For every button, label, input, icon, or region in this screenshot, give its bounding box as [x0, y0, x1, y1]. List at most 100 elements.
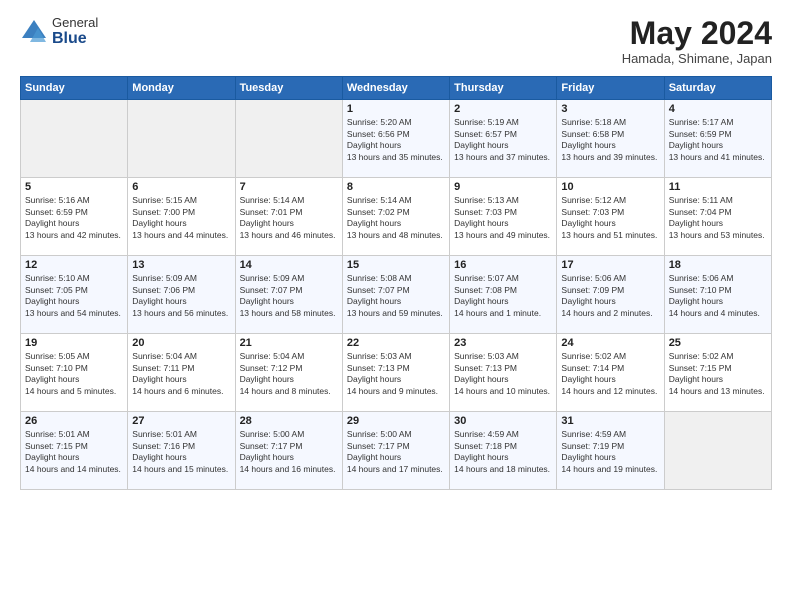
calendar-cell: 23 Sunrise: 5:03 AMSunset: 7:13 PMDayligh… — [450, 334, 557, 412]
calendar-cell: 10Sunrise: 5:12 AMSunset: 7:03 PMDayligh… — [557, 178, 664, 256]
day-number: 23 — [454, 337, 552, 349]
day-number: 20 — [132, 337, 230, 349]
cell-info: Sunrise: 5:13 AMSunset: 7:03 PMDaylight … — [454, 195, 552, 241]
calendar-cell — [128, 100, 235, 178]
calendar-cell: 12 Sunrise: 5:10 AMSunset: 7:05 PMDayligh… — [21, 256, 128, 334]
day-number: 12 — [25, 259, 123, 271]
calendar-week-row: 19 Sunrise: 5:05 AMSunset: 7:10 PMDayligh… — [21, 334, 772, 412]
cell-info: Sunrise: 5:08 AMSunset: 7:07 PMDaylight … — [347, 273, 445, 319]
cell-info: Sunrise: 5:00 AMSunset: 7:17 PMDaylight … — [240, 429, 338, 475]
cell-info: Sunrise: 5:01 AMSunset: 7:15 PMDaylight … — [25, 429, 123, 475]
title-block: May 2024 Hamada, Shimane, Japan — [622, 16, 772, 66]
calendar-cell: 29 Sunrise: 5:00 AMSunset: 7:17 PMDayligh… — [342, 412, 449, 490]
calendar-cell: 5 Sunrise: 5:16 AMSunset: 6:59 PMDaylight… — [21, 178, 128, 256]
day-number: 27 — [132, 415, 230, 427]
logo-blue-label: Blue — [52, 30, 98, 48]
calendar-cell: 8Sunrise: 5:14 AMSunset: 7:02 PMDaylight… — [342, 178, 449, 256]
calendar-cell: 1 Sunrise: 5:20 AMSunset: 6:56 PMDaylight… — [342, 100, 449, 178]
location: Hamada, Shimane, Japan — [622, 51, 772, 66]
calendar-cell: 7Sunrise: 5:14 AMSunset: 7:01 PMDaylight… — [235, 178, 342, 256]
calendar-week-row: 1 Sunrise: 5:20 AMSunset: 6:56 PMDaylight… — [21, 100, 772, 178]
calendar-cell: 13 Sunrise: 5:09 AMSunset: 7:06 PMDayligh… — [128, 256, 235, 334]
calendar-cell: 21Sunrise: 5:04 AMSunset: 7:12 PMDayligh… — [235, 334, 342, 412]
calendar-cell — [235, 100, 342, 178]
calendar-cell: 22Sunrise: 5:03 AMSunset: 7:13 PMDayligh… — [342, 334, 449, 412]
cell-info: Sunrise: 5:01 AMSunset: 7:16 PMDaylight … — [132, 429, 230, 475]
day-number: 3 — [561, 103, 659, 115]
cell-info: Sunrise: 5:11 AMSunset: 7:04 PMDaylight … — [669, 195, 767, 241]
logo: General Blue — [20, 16, 98, 48]
day-number: 16 — [454, 259, 552, 271]
cell-info: Sunrise: 4:59 AMSunset: 7:18 PMDaylight … — [454, 429, 552, 475]
weekday-header: Saturday — [664, 77, 771, 100]
calendar-cell: 28 Sunrise: 5:00 AMSunset: 7:17 PMDayligh… — [235, 412, 342, 490]
cell-info: Sunrise: 5:12 AMSunset: 7:03 PMDaylight … — [561, 195, 659, 241]
calendar-week-row: 26 Sunrise: 5:01 AMSunset: 7:15 PMDayligh… — [21, 412, 772, 490]
calendar-table: SundayMondayTuesdayWednesdayThursdayFrid… — [20, 76, 772, 490]
header: General Blue May 2024 Hamada, Shimane, J… — [20, 16, 772, 66]
cell-info: Sunrise: 5:03 AMSunset: 7:13 PMDaylight … — [454, 351, 552, 397]
day-number: 14 — [240, 259, 338, 271]
cell-info: Sunrise: 5:02 AMSunset: 7:15 PMDaylight … — [669, 351, 767, 397]
calendar-week-row: 5 Sunrise: 5:16 AMSunset: 6:59 PMDaylight… — [21, 178, 772, 256]
cell-info: Sunrise: 5:18 AMSunset: 6:58 PMDaylight … — [561, 117, 659, 163]
day-number: 6 — [132, 181, 230, 193]
month-title: May 2024 — [622, 16, 772, 51]
weekday-header: Tuesday — [235, 77, 342, 100]
cell-info: Sunrise: 5:14 AMSunset: 7:02 PMDaylight … — [347, 195, 445, 241]
calendar-cell: 31 Sunrise: 4:59 AMSunset: 7:19 PMDayligh… — [557, 412, 664, 490]
day-number: 13 — [132, 259, 230, 271]
weekday-header: Friday — [557, 77, 664, 100]
cell-info: Sunrise: 5:03 AMSunset: 7:13 PMDaylight … — [347, 351, 445, 397]
calendar-cell: 11 Sunrise: 5:11 AMSunset: 7:04 PMDayligh… — [664, 178, 771, 256]
calendar-cell: 18 Sunrise: 5:06 AMSunset: 7:10 PMDayligh… — [664, 256, 771, 334]
day-number: 5 — [25, 181, 123, 193]
cell-info: Sunrise: 5:16 AMSunset: 6:59 PMDaylight … — [25, 195, 123, 241]
day-number: 18 — [669, 259, 767, 271]
calendar-cell: 24 Sunrise: 5:02 AMSunset: 7:14 PMDayligh… — [557, 334, 664, 412]
calendar-cell: 9Sunrise: 5:13 AMSunset: 7:03 PMDaylight… — [450, 178, 557, 256]
cell-info: Sunrise: 5:09 AMSunset: 7:07 PMDaylight … — [240, 273, 338, 319]
logo-icon — [20, 18, 48, 46]
cell-info: Sunrise: 5:07 AMSunset: 7:08 PMDaylight … — [454, 273, 552, 319]
cell-info: Sunrise: 5:00 AMSunset: 7:17 PMDaylight … — [347, 429, 445, 475]
cell-info: Sunrise: 5:04 AMSunset: 7:11 PMDaylight … — [132, 351, 230, 397]
calendar-cell: 27 Sunrise: 5:01 AMSunset: 7:16 PMDayligh… — [128, 412, 235, 490]
cell-info: Sunrise: 5:10 AMSunset: 7:05 PMDaylight … — [25, 273, 123, 319]
day-number: 26 — [25, 415, 123, 427]
cell-info: Sunrise: 4:59 AMSunset: 7:19 PMDaylight … — [561, 429, 659, 475]
cell-info: Sunrise: 5:17 AMSunset: 6:59 PMDaylight … — [669, 117, 767, 163]
calendar-cell: 26 Sunrise: 5:01 AMSunset: 7:15 PMDayligh… — [21, 412, 128, 490]
calendar-header-row: SundayMondayTuesdayWednesdayThursdayFrid… — [21, 77, 772, 100]
cell-info: Sunrise: 5:09 AMSunset: 7:06 PMDaylight … — [132, 273, 230, 319]
calendar-week-row: 12 Sunrise: 5:10 AMSunset: 7:05 PMDayligh… — [21, 256, 772, 334]
day-number: 17 — [561, 259, 659, 271]
cell-info: Sunrise: 5:04 AMSunset: 7:12 PMDaylight … — [240, 351, 338, 397]
cell-info: Sunrise: 5:20 AMSunset: 6:56 PMDaylight … — [347, 117, 445, 163]
calendar-cell: 25 Sunrise: 5:02 AMSunset: 7:15 PMDayligh… — [664, 334, 771, 412]
cell-info: Sunrise: 5:02 AMSunset: 7:14 PMDaylight … — [561, 351, 659, 397]
day-number: 15 — [347, 259, 445, 271]
calendar-cell: 19 Sunrise: 5:05 AMSunset: 7:10 PMDayligh… — [21, 334, 128, 412]
day-number: 2 — [454, 103, 552, 115]
calendar-cell: 16 Sunrise: 5:07 AMSunset: 7:08 PMDayligh… — [450, 256, 557, 334]
calendar-cell: 6Sunrise: 5:15 AMSunset: 7:00 PMDaylight… — [128, 178, 235, 256]
page: General Blue May 2024 Hamada, Shimane, J… — [0, 0, 792, 612]
day-number: 24 — [561, 337, 659, 349]
calendar-cell: 2Sunrise: 5:19 AMSunset: 6:57 PMDaylight… — [450, 100, 557, 178]
cell-info: Sunrise: 5:05 AMSunset: 7:10 PMDaylight … — [25, 351, 123, 397]
day-number: 19 — [25, 337, 123, 349]
day-number: 1 — [347, 103, 445, 115]
day-number: 28 — [240, 415, 338, 427]
day-number: 31 — [561, 415, 659, 427]
cell-info: Sunrise: 5:14 AMSunset: 7:01 PMDaylight … — [240, 195, 338, 241]
cell-info: Sunrise: 5:06 AMSunset: 7:09 PMDaylight … — [561, 273, 659, 319]
calendar-cell: 15 Sunrise: 5:08 AMSunset: 7:07 PMDayligh… — [342, 256, 449, 334]
logo-text: General Blue — [52, 16, 98, 48]
day-number: 29 — [347, 415, 445, 427]
weekday-header: Wednesday — [342, 77, 449, 100]
calendar-cell: 20 Sunrise: 5:04 AMSunset: 7:11 PMDayligh… — [128, 334, 235, 412]
day-number: 11 — [669, 181, 767, 193]
day-number: 25 — [669, 337, 767, 349]
cell-info: Sunrise: 5:06 AMSunset: 7:10 PMDaylight … — [669, 273, 767, 319]
